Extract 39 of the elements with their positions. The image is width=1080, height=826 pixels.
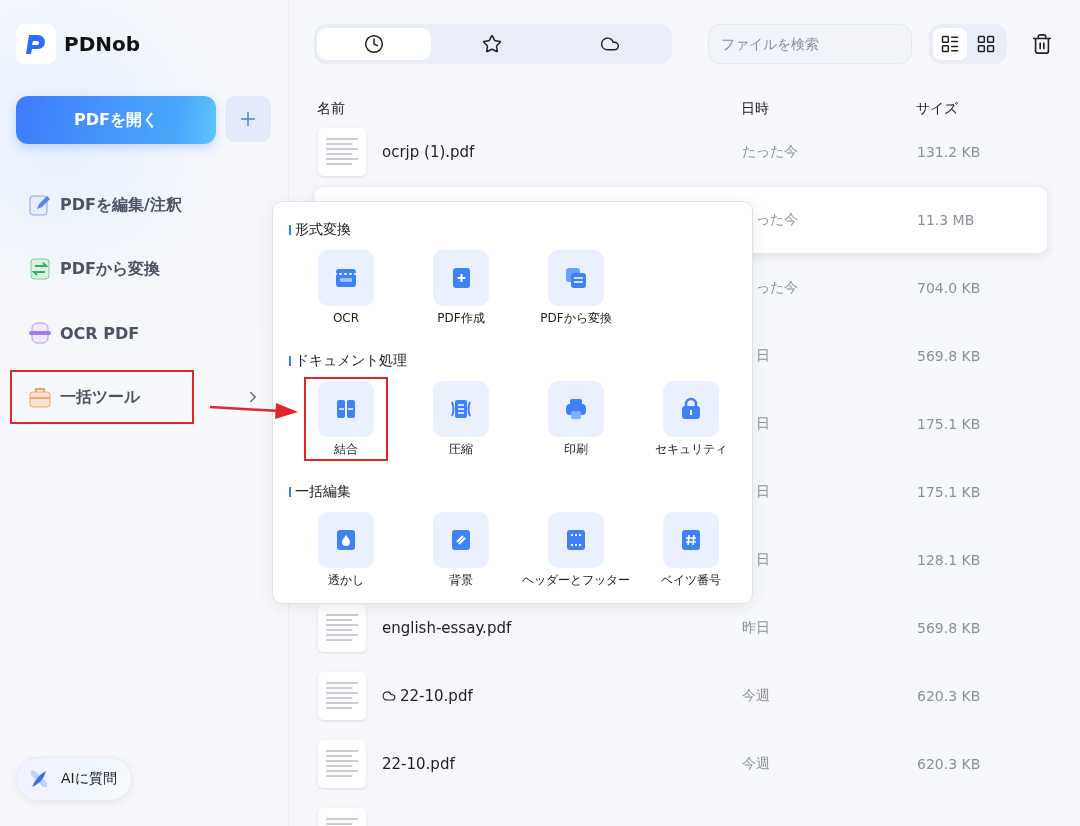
tool-label: OCR (331, 310, 361, 326)
file-name: 22-10.pdf (382, 755, 455, 773)
tool-label: 結合 (333, 441, 359, 457)
section-title: 一括編集 (295, 483, 351, 501)
size-cell: 704.0 KB (917, 280, 981, 296)
size-cell: 11.3 MB (917, 212, 975, 228)
size-cell: 175.1 KB (917, 416, 981, 432)
tool-label: 印刷 (563, 441, 589, 457)
tool-label: PDFから変換 (539, 310, 613, 326)
size-cell: 131.2 KB (917, 144, 981, 160)
file-name: ocrjp (1).pdf (382, 143, 475, 161)
size-cell: 128.1 KB (917, 552, 981, 568)
tool-label: 透かし (327, 572, 365, 588)
size-cell: 569.8 KB (917, 620, 981, 636)
date-cell-text: 昨日 (742, 619, 771, 637)
tool-label: PDF作成 (436, 310, 486, 326)
date-cell-text: 日 (755, 483, 771, 501)
file-name: english-essay.pdf (382, 619, 512, 637)
date-cell-text: った今 (755, 211, 799, 229)
tool-label: 圧縮 (448, 441, 474, 457)
size-cell: 175.1 KB (917, 484, 981, 500)
tool-label: 背景 (448, 572, 474, 588)
date-cell-text: たった今 (742, 143, 799, 161)
size-cell: 620.3 KB (917, 756, 981, 772)
tool-label: ヘッダーとフッター (521, 572, 631, 588)
section-title: 形式変換 (295, 221, 351, 239)
tool-label: ベイツ番号 (660, 572, 722, 588)
app-name: PDNob (64, 32, 141, 56)
date-cell-text: 日 (755, 415, 771, 433)
section-title: ドキュメント処理 (295, 352, 407, 370)
date-cell-text: 今週 (742, 687, 771, 705)
size-cell: 569.8 KB (917, 348, 981, 364)
date-cell-text: 日 (755, 551, 771, 569)
date-cell-text: 日 (755, 347, 771, 365)
size-cell: 620.3 KB (917, 688, 981, 704)
file-name: 22-10.pdf (382, 687, 473, 705)
date-cell-text: 今週 (742, 755, 771, 773)
date-cell-text: った今 (755, 279, 799, 297)
tool-label: セキュリティ (654, 441, 728, 457)
